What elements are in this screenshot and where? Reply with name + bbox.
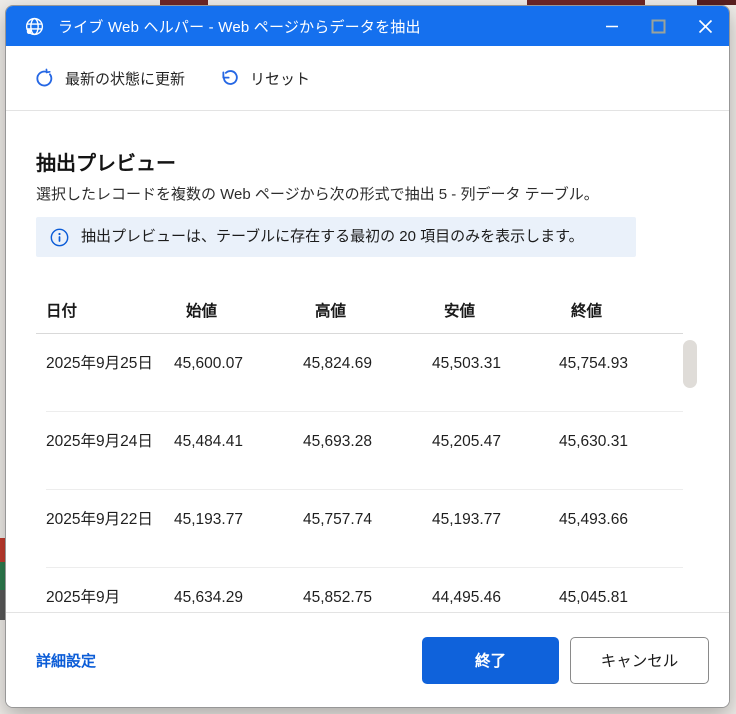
reset-button[interactable]: リセット: [219, 68, 310, 89]
cell-close: 45,630.31: [559, 433, 628, 450]
main-content: 抽出プレビュー 選択したレコードを複数の Web ページから次の形式で抽出 5 …: [6, 111, 729, 612]
table-row: 2025年9月 45,634.29 45,852.75 44,495.46 45…: [46, 568, 683, 612]
cell-low: 45,205.47: [432, 433, 501, 450]
cell-date: 2025年9月: [46, 589, 121, 606]
table-row: 2025年9月24日 45,484.41 45,693.28 45,205.47…: [46, 412, 683, 490]
minimize-button[interactable]: [588, 6, 635, 46]
cell-low: 45,193.77: [432, 511, 501, 528]
cancel-button[interactable]: キャンセル: [570, 636, 709, 684]
cell-open: 45,484.41: [174, 433, 243, 450]
refresh-button[interactable]: 最新の状態に更新: [34, 68, 185, 89]
cell-high: 45,757.74: [303, 511, 372, 528]
advanced-settings-link[interactable]: 詳細設定: [36, 650, 96, 671]
cell-close: 45,493.66: [559, 511, 628, 528]
cell-date: 2025年9月25日: [46, 355, 153, 372]
cell-high: 45,852.75: [303, 589, 372, 606]
cell-open: 45,634.29: [174, 589, 243, 606]
page-description: 選択したレコードを複数の Web ページから次の形式で抽出 5 - 列データ テ…: [36, 186, 599, 203]
live-web-helper-window: ライブ Web ヘルパー - Web ページからデータを抽出 最新の状態に更新: [5, 5, 730, 708]
close-button[interactable]: [682, 6, 729, 46]
cell-close: 45,045.81: [559, 589, 628, 606]
cell-high: 45,693.28: [303, 433, 372, 450]
column-header-open[interactable]: 始値: [174, 299, 303, 321]
window-controls: [588, 6, 729, 46]
info-banner: 抽出プレビューは、テーブルに存在する最初の 20 項目のみを表示します。: [36, 217, 636, 257]
reset-label: リセット: [250, 70, 311, 88]
vertical-scrollbar-thumb[interactable]: [683, 340, 697, 388]
cell-open: 45,193.77: [174, 511, 243, 528]
table-header-row: 日付 始値 高値 安値 終値: [46, 299, 699, 321]
info-banner-text: 抽出プレビューは、テーブルに存在する最初の 20 項目のみを表示します。: [81, 228, 584, 245]
finish-button[interactable]: 終了: [422, 636, 559, 684]
column-header-close[interactable]: 終値: [559, 299, 699, 321]
maximize-button[interactable]: [635, 6, 682, 46]
table-body: 2025年9月25日 45,600.07 45,824.69 45,503.31…: [36, 334, 683, 612]
page-title: 抽出プレビュー: [36, 153, 176, 175]
cell-low: 44,495.46: [432, 589, 501, 606]
preview-table: 日付 始値 高値 安値 終値 2025年9月25日 45,600.07 45,8…: [36, 299, 699, 612]
info-icon: [50, 228, 69, 247]
table-row: 2025年9月22日 45,193.77 45,757.74 45,193.77…: [46, 490, 683, 568]
cell-close: 45,754.93: [559, 355, 628, 372]
title-bar: ライブ Web ヘルパー - Web ページからデータを抽出: [6, 6, 729, 46]
footer-bar: 詳細設定 終了 キャンセル: [6, 612, 729, 707]
toolbar: 最新の状態に更新 リセット: [6, 46, 729, 111]
column-header-low[interactable]: 安値: [432, 299, 559, 321]
window-title: ライブ Web ヘルパー - Web ページからデータを抽出: [58, 18, 421, 36]
cell-low: 45,503.31: [432, 355, 501, 372]
cell-open: 45,600.07: [174, 355, 243, 372]
cell-date: 2025年9月24日: [46, 433, 153, 450]
refresh-label: 最新の状態に更新: [65, 70, 186, 88]
refresh-icon: [34, 68, 55, 89]
cell-date: 2025年9月22日: [46, 511, 153, 528]
globe-icon: [24, 16, 45, 37]
cell-high: 45,824.69: [303, 355, 372, 372]
undo-icon: [219, 68, 240, 89]
column-header-high[interactable]: 高値: [303, 299, 432, 321]
column-header-date[interactable]: 日付: [46, 299, 174, 321]
table-row: 2025年9月25日 45,600.07 45,824.69 45,503.31…: [46, 334, 683, 412]
